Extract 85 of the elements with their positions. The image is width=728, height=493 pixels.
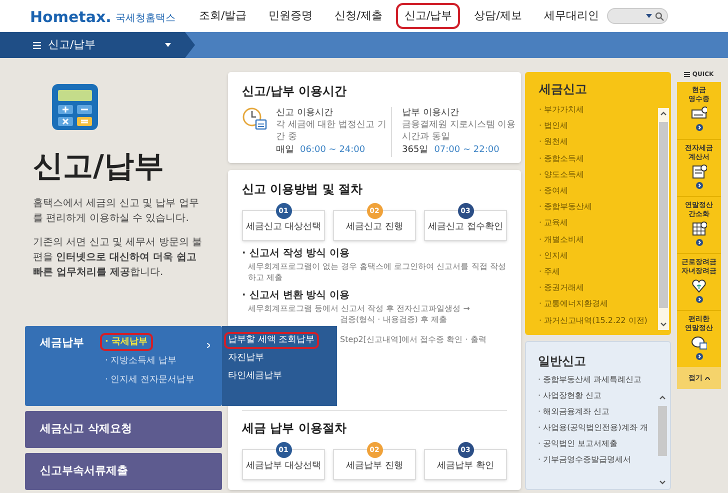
tax-link[interactable]: · 개별소비세 — [539, 232, 584, 248]
card-title: 세금 납부 이용절차 — [242, 420, 348, 437]
menu-icon — [684, 72, 690, 76]
filing-link[interactable]: · 사업장현황 신고 — [538, 388, 602, 404]
method-description: 검증(형식 · 내용검증) 후 제출 — [340, 314, 447, 325]
clock-calendar-icon — [242, 107, 268, 131]
step-label: 세금신고 접수확인 — [428, 220, 503, 234]
spreadsheet-icon — [691, 221, 707, 237]
block-description: 금융결제원 지로시스템 이용시간과 동일 — [402, 119, 517, 143]
arrow-right-icon — [696, 239, 702, 246]
step-label: 세금납부 확인 — [437, 460, 494, 473]
panel-title: 세금신고 — [539, 81, 588, 98]
flyout-link[interactable]: 납부할 세액 조회납부 — [224, 332, 319, 349]
menu-label[interactable]: 세금납부 — [40, 335, 100, 352]
tax-link[interactable]: · 증여세 — [539, 183, 568, 200]
submenu-link[interactable]: · 지방소득세 납부 — [100, 352, 182, 370]
tax-link[interactable]: · 주세 — [539, 264, 560, 280]
method-description: 세무회계프로그램 등에서 신고서 작성 후 전자신고파일생성 → — [248, 303, 471, 314]
step-label: 세금신고 대상선택 — [246, 220, 321, 234]
tax-link[interactable]: · 부가가치세 — [539, 102, 584, 118]
filing-link[interactable]: · 사업용(공익법인전용)계좌 개 — [538, 420, 648, 436]
arrow-right-icon — [696, 182, 702, 189]
method-title: · 신고서 변환 방식 이용 — [242, 289, 351, 303]
card-title: 신고/납부 이용시간 — [242, 83, 348, 100]
chat-bubble-icon — [691, 335, 707, 351]
menu-panel[interactable]: 세금신고 삭제요청 — [25, 411, 222, 448]
block-title: 신고 이용시간 — [276, 107, 334, 119]
tax-link[interactable]: · 증권거래세 — [539, 280, 584, 296]
nav-link[interactable]: 조회/발급 — [191, 2, 255, 30]
dropdown-caret-icon[interactable] — [646, 14, 652, 18]
hours-text: 06:00 ~ 24:00 — [300, 144, 366, 157]
step-label: 세금납부 진행 — [346, 460, 403, 473]
tax-link[interactable]: · 법인세 — [539, 118, 568, 134]
panel-title: 일반신고 — [538, 353, 587, 370]
intro-text: 기존의 서면 신고 및 세무서 방문의 불편을 인터넷으로 대신하여 더욱 쉽고 빠른 업무처리를 제공합니다. — [33, 236, 204, 280]
chevron-right-icon — [207, 343, 210, 348]
tax-link[interactable]: · 원천세 — [539, 134, 568, 151]
filing-link[interactable]: · 기부금영수증발급명세서 — [538, 452, 632, 468]
filing-link[interactable]: · 종합부동산세 과세특례신고 — [538, 372, 642, 388]
method-description: 세무회계프로그램이 없는 경우 홈택스에 로그인하여 신고서를 직접 작성하고 제출 — [248, 261, 507, 283]
scrollbar[interactable] — [658, 108, 669, 330]
nav-link[interactable]: 세무대리인 — [536, 2, 607, 30]
tax-link[interactable]: · 교육세 — [539, 215, 568, 232]
filing-link[interactable]: · 해외금융계좌 신고 — [538, 404, 610, 420]
menu-icon[interactable] — [33, 42, 41, 48]
document-icon — [691, 164, 707, 180]
caret-up-icon — [704, 376, 710, 380]
menu-panel[interactable]: 신고부속서류제출 — [25, 453, 222, 490]
arrow-right-icon — [696, 296, 702, 303]
search-icon[interactable] — [655, 12, 664, 20]
arrow-right-icon — [696, 353, 702, 360]
step-label: 세금납부 대상선택 — [246, 460, 321, 473]
tax-link[interactable]: · 종합소득세 — [539, 150, 584, 167]
day-label: 매일 — [276, 144, 294, 157]
menu-label[interactable]: 신고부속서류제출 — [40, 463, 128, 480]
day-label: 365일 — [402, 144, 428, 157]
block-title: 납부 이용시간 — [402, 107, 460, 119]
card-title: 신고 이용방법 및 절차 — [242, 181, 364, 198]
page-title: 신고/납부 — [33, 152, 165, 182]
filing-link[interactable]: · 공익법인 보고서제출 — [538, 436, 618, 452]
submenu-link[interactable]: · 국세납부 — [100, 333, 153, 351]
heart-icon — [691, 278, 707, 294]
hours-text: 07:00 ~ 22:00 — [434, 144, 500, 157]
nav-link[interactable]: 신청/제출 — [326, 2, 390, 30]
tax-link[interactable]: · 교통에너지환경세 — [539, 296, 608, 313]
nav-link[interactable]: 민원증명 — [260, 2, 321, 30]
submenu-link[interactable]: · 인지세 전자문서납부 — [100, 371, 200, 389]
method-title: · 신고서 작성 방식 이용 — [242, 247, 351, 261]
block-description: 각 세금에 대한 법정신고 기간 중 — [276, 119, 388, 143]
nav-link[interactable]: 신고/납부 — [396, 2, 460, 30]
tax-link[interactable]: · 양도소득세 — [539, 166, 584, 184]
tax-link[interactable]: · 과거신고내역(15.2.22 이전) — [539, 312, 648, 329]
flyout-link[interactable]: 자진납부 — [224, 350, 268, 367]
flyout-link[interactable]: 타인세금납부 — [224, 368, 286, 385]
nav-link[interactable]: 상담/제보 — [466, 2, 530, 30]
bar-arrow-shape — [185, 32, 195, 58]
method-description: Step2[신고내역]에서 접수증 확인 · 출력 — [340, 334, 486, 345]
arrow-right-icon — [696, 124, 702, 131]
intro-text: 홈택스에서 세금의 신고 및 납부 업무를 편리하게 이용하실 수 있습니다. — [33, 197, 200, 226]
tax-link[interactable]: · 인지세 — [539, 248, 568, 264]
menu-label[interactable]: 세금신고 삭제요청 — [40, 421, 132, 438]
search-field[interactable] — [606, 8, 668, 24]
step-label: 세금신고 진행 — [346, 220, 403, 234]
caret-icon[interactable] — [165, 43, 171, 47]
tax-link[interactable]: · 종합부동산세 — [539, 199, 592, 216]
